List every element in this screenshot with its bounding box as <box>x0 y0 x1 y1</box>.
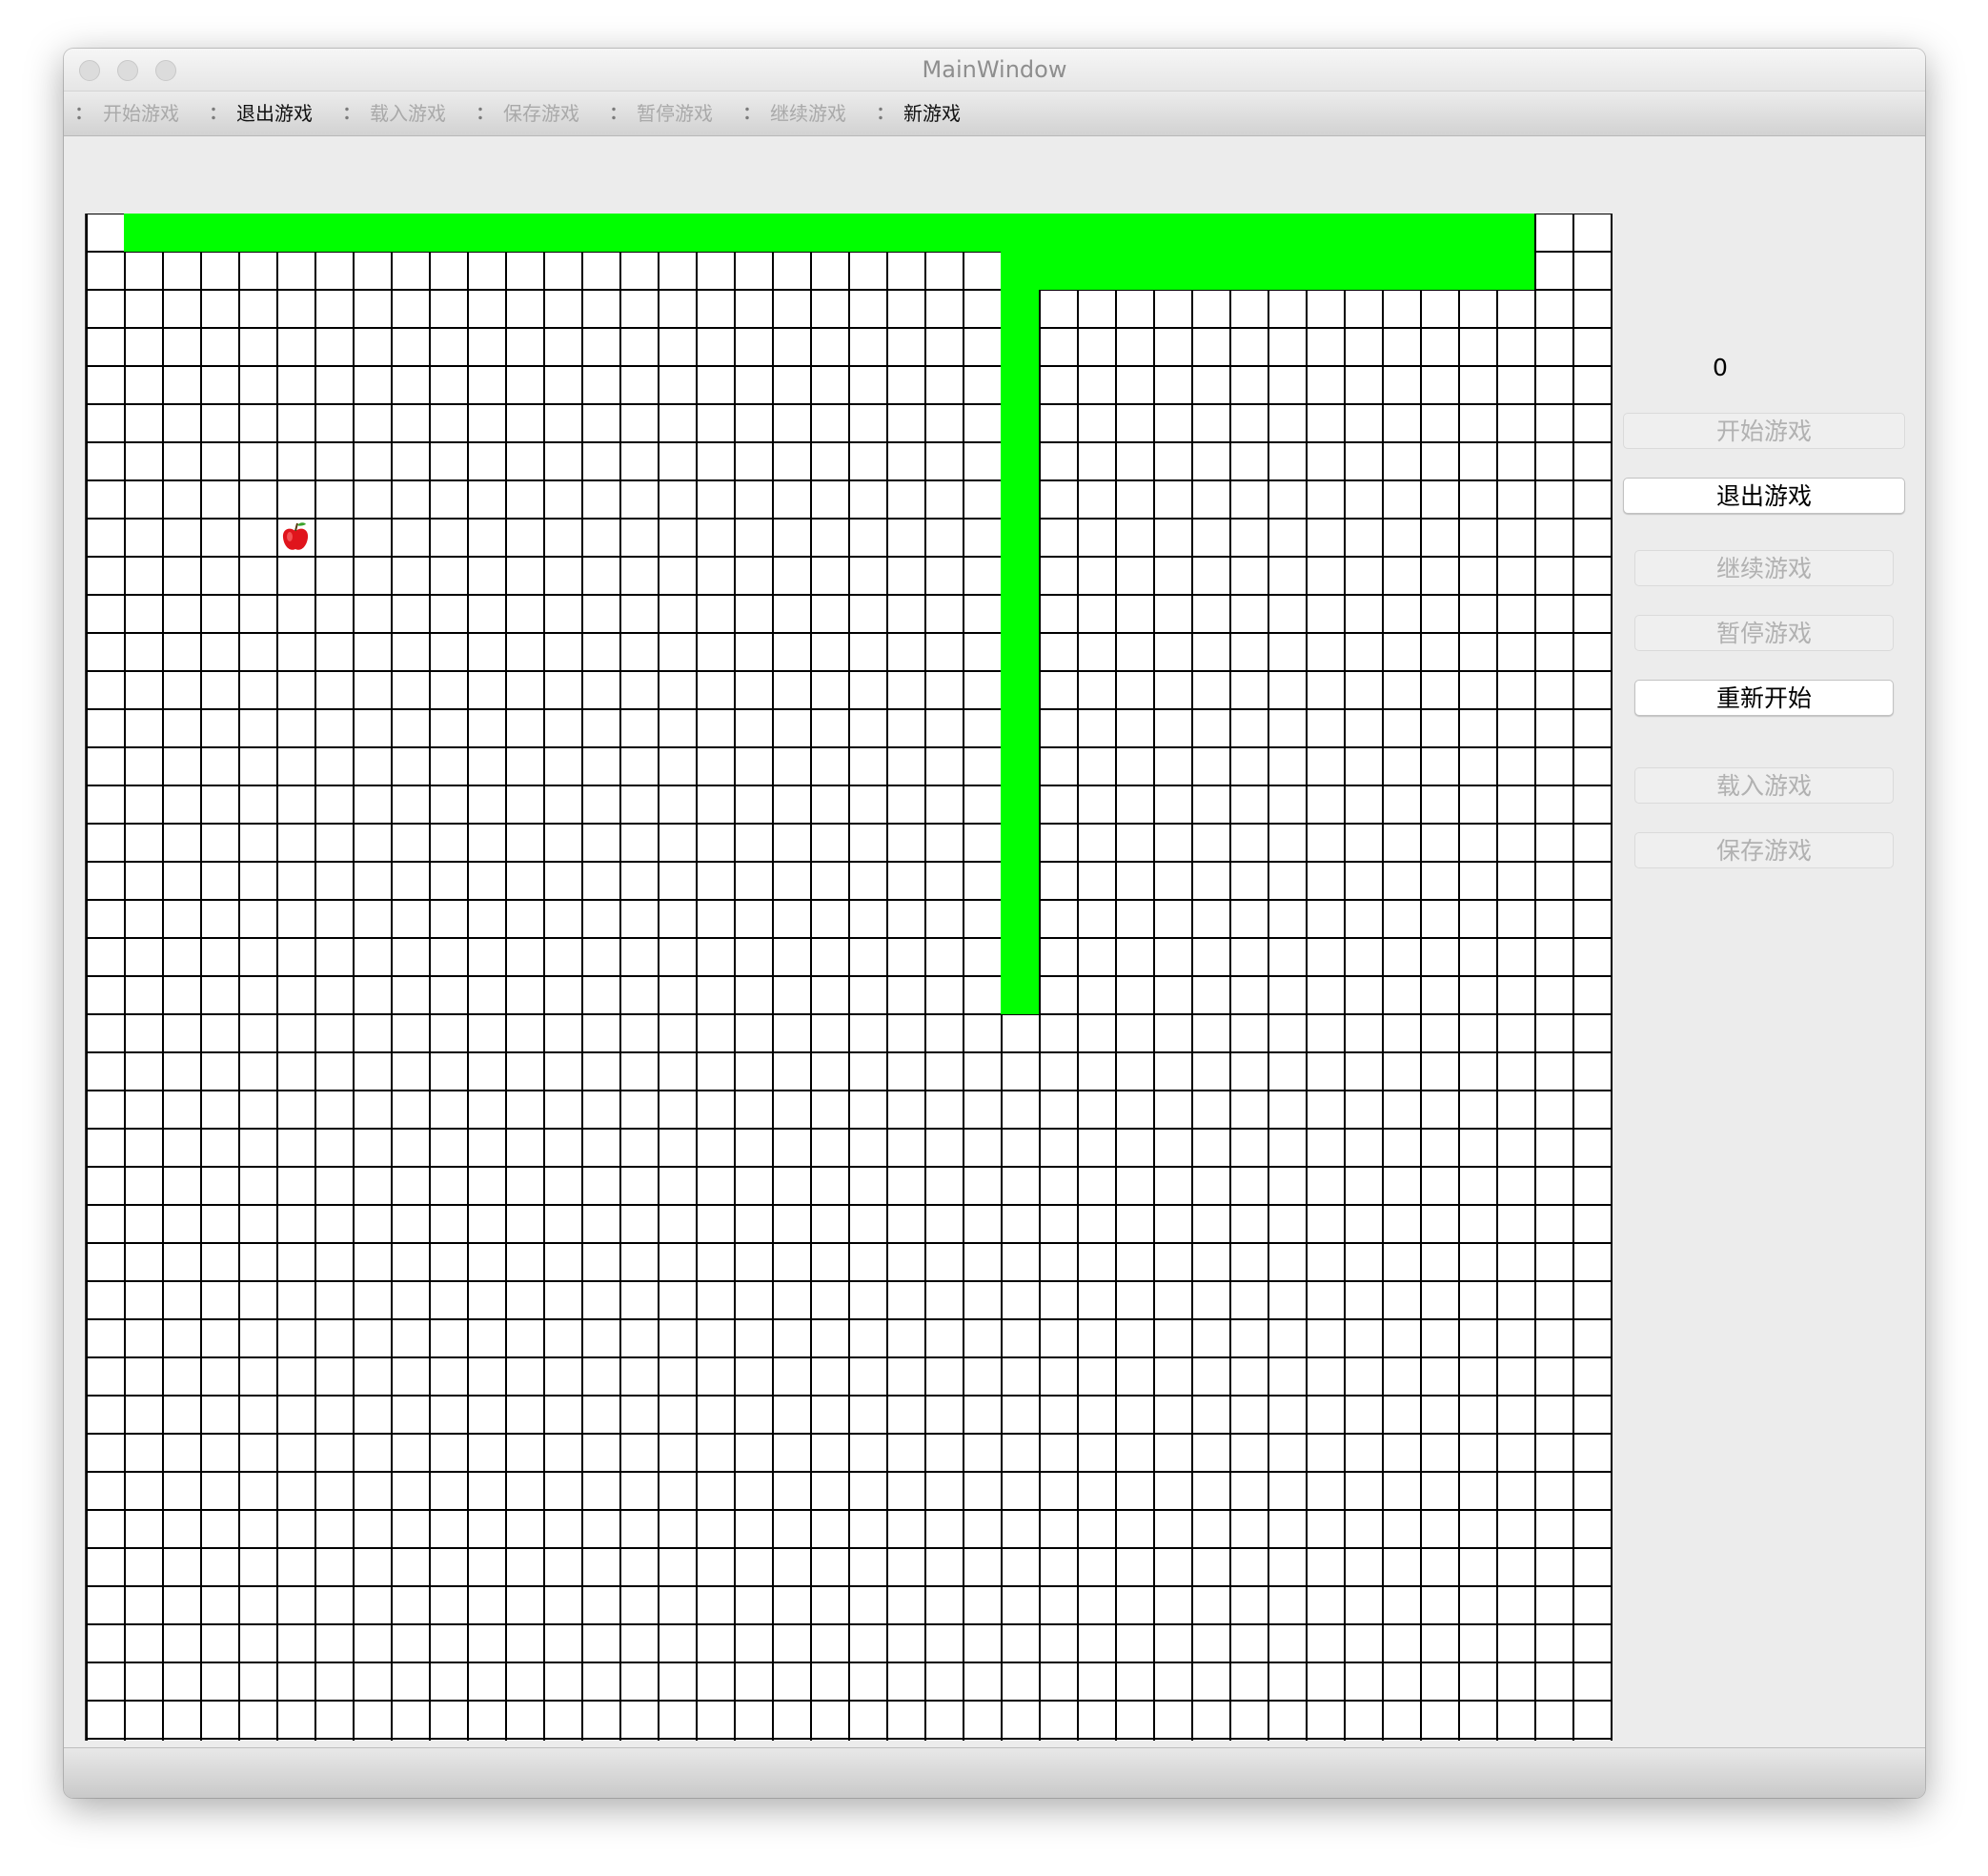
toolbar-pause-game[interactable]: 暂停游戏 <box>637 92 713 135</box>
main-window: MainWindow 开始游戏 退出游戏 载入游戏 保存游戏 暂停游戏 继续游戏… <box>64 49 1925 1798</box>
toolbar: 开始游戏 退出游戏 载入游戏 保存游戏 暂停游戏 继续游戏 新游戏 <box>64 92 1925 136</box>
start-game-button[interactable]: 开始游戏 <box>1623 413 1905 449</box>
restart-button[interactable]: 重新开始 <box>1634 680 1894 716</box>
quit-game-button[interactable]: 退出游戏 <box>1623 478 1905 514</box>
toolbar-quit-game[interactable]: 退出游戏 <box>236 92 313 135</box>
toolbar-new-game[interactable]: 新游戏 <box>903 92 961 135</box>
continue-game-button[interactable]: 继续游戏 <box>1634 550 1894 586</box>
toolbar-save-game[interactable]: 保存游戏 <box>503 92 579 135</box>
save-game-button[interactable]: 保存游戏 <box>1634 832 1894 868</box>
title-bar: MainWindow <box>64 49 1925 92</box>
toolbar-grip-icon[interactable] <box>745 105 749 122</box>
pause-game-button[interactable]: 暂停游戏 <box>1634 615 1894 651</box>
toolbar-load-game[interactable]: 载入游戏 <box>370 92 446 135</box>
toolbar-grip-icon[interactable] <box>345 105 349 122</box>
toolbar-start-game[interactable]: 开始游戏 <box>103 92 179 135</box>
toolbar-grip-icon[interactable] <box>612 105 616 122</box>
game-board[interactable] <box>85 214 1613 1741</box>
toolbar-grip-icon[interactable] <box>212 105 215 122</box>
snake-segment <box>124 214 1534 252</box>
snake-segment <box>1001 252 1534 290</box>
toolbar-grip-icon[interactable] <box>478 105 482 122</box>
window-title: MainWindow <box>922 56 1067 83</box>
status-bar <box>64 1747 1925 1798</box>
load-game-button[interactable]: 载入游戏 <box>1634 767 1894 804</box>
apple-icon <box>282 522 309 550</box>
toolbar-continue-game[interactable]: 继续游戏 <box>770 92 846 135</box>
toolbar-grip-icon[interactable] <box>879 105 882 122</box>
score-display: 0 <box>1713 354 1728 381</box>
toolbar-grip-icon[interactable] <box>77 105 81 122</box>
snake-segment <box>1001 290 1039 1014</box>
